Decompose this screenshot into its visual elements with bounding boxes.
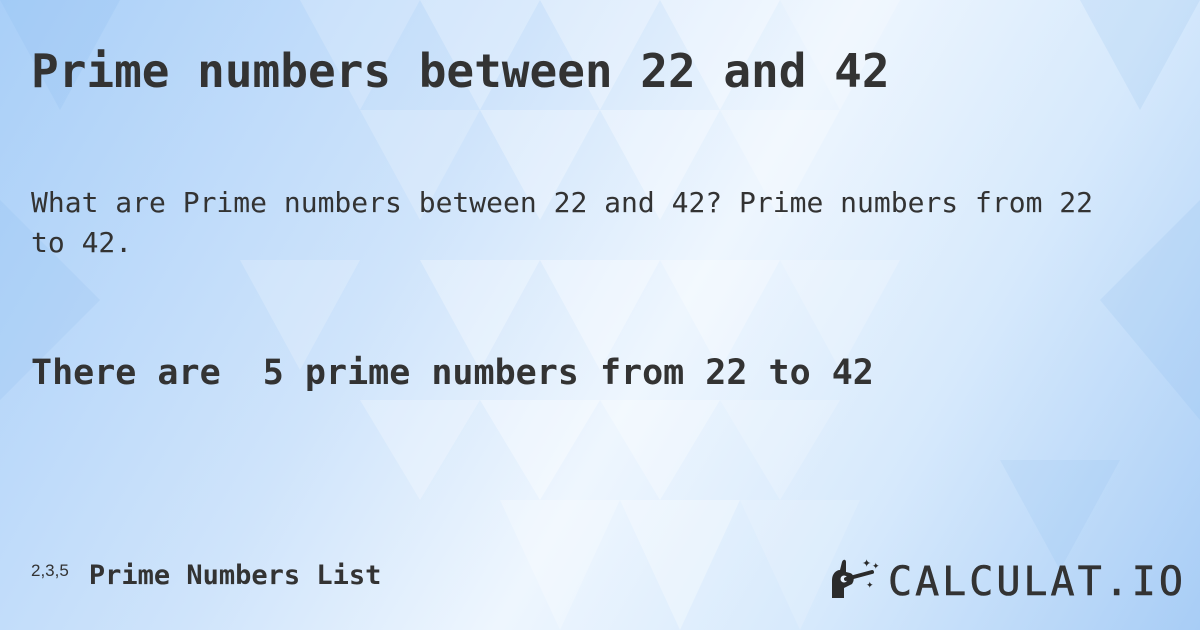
magic-hand-wand-icon: ✦ ✦ ✦ bbox=[828, 557, 882, 606]
calculat-io-logo[interactable]: ✦ ✦ ✦ CALCULAT.IO bbox=[828, 557, 1186, 606]
page-description: What are Prime numbers between 22 and 42… bbox=[31, 186, 1094, 259]
prime-list-label: Prime Numbers List bbox=[88, 560, 382, 591]
svg-text:✦: ✦ bbox=[866, 581, 874, 591]
prime-numbers-list-link[interactable]: 2,3,5 Prime Numbers List bbox=[31, 560, 381, 591]
result-summary: There are 5 prime numbers from 22 to 42 bbox=[31, 353, 874, 393]
logo-text: CALCULAT.IO bbox=[888, 559, 1186, 606]
svg-text:✦: ✦ bbox=[872, 562, 880, 572]
page-title: Prime numbers between 22 and 42 bbox=[31, 44, 890, 98]
svg-text:✦: ✦ bbox=[862, 558, 871, 570]
prime-list-prefix: 2,3,5 bbox=[31, 561, 69, 580]
